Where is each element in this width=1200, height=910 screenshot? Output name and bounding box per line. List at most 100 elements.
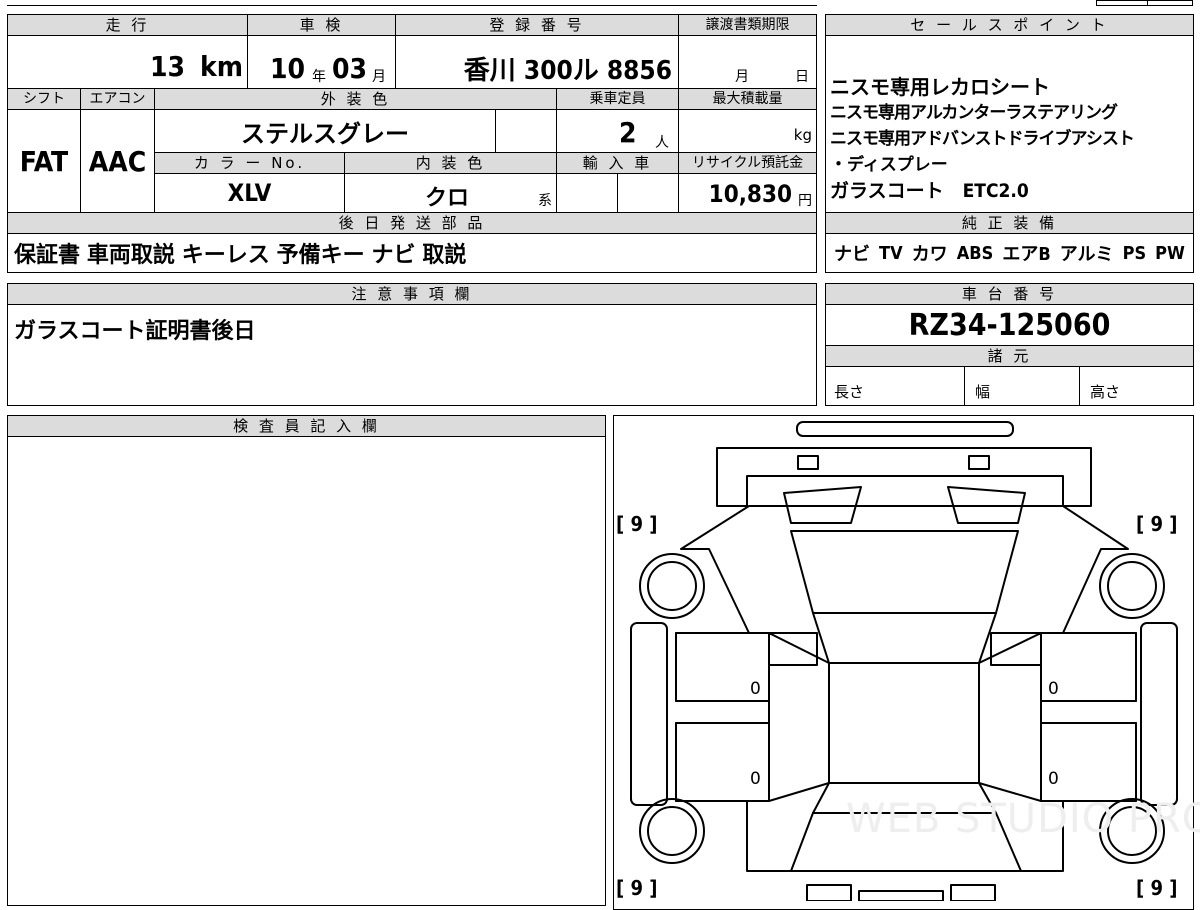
equip-airbag: エアB [1002,244,1051,265]
equip-pw: PW [1155,242,1185,264]
inspector-header: 検 査 員 記 入 欄 [7,415,606,437]
transfer-day-unit: 日 [795,69,809,85]
equip-leather: カワ [911,244,948,265]
colorno-value: XLV [227,179,272,207]
spec-height-label: 高さ [1090,383,1121,401]
inspection-cell: 10 年 03 月 [247,35,396,89]
rear-bumper-left [806,884,852,901]
recycle-value: 10,830 [708,180,792,208]
shift-cell: FAT [7,109,81,213]
wheel-front-right-inner [1107,561,1157,611]
interior-unit: 系 [538,193,552,209]
later-parts-value: 保証書 車両取説 キーレス 予備キー ナビ 取説 [14,243,467,268]
notes-cell: ガラスコート証明書後日 [7,304,817,406]
top-right-fragment-b [1147,0,1193,6]
wheel-front-left-outer [639,553,705,619]
chassis-header: 車 台 番 号 [825,283,1194,305]
chassis-cell: RZ34-125060 [825,304,1194,346]
inspector-area [7,436,606,906]
recycle-cell: 10,830 円 [678,173,817,213]
import-header: 輸 入 車 [556,152,679,174]
transfer-header: 譲渡書類期限 [678,14,817,36]
wheel-front-right-outer [1099,553,1165,619]
capacity-header: 乗車定員 [556,88,679,110]
plate-cell: 香川 300ル 8856 [395,35,679,89]
recycle-header: リサイクル預託金 [678,152,817,174]
rear-left-panel [675,722,770,802]
later-parts-header: 後 日 発 送 部 品 [7,212,817,234]
inspection-year-unit: 年 [312,69,326,85]
ac-cell: AAC [80,109,155,213]
mileage-header: 走 行 [7,14,248,36]
inspection-month-unit: 月 [372,69,386,85]
transfer-cell: 月 日 [678,35,817,89]
windshield-shape [790,530,1019,614]
spec-width-cell: 幅 [964,366,1080,406]
sales-point-header: セ ー ル ス ポ イ ン ト [825,14,1194,36]
plate-value: 香川 300ル 8856 [463,56,672,86]
door-mark-rear-left: 0 [750,769,761,789]
top-strip [7,0,817,6]
equip-alloy: アルミ [1059,244,1114,265]
wheel-rear-left-outer [639,798,705,864]
tire-front-right-mark: [ 9 ] [1136,512,1178,536]
watermark: WEB STUDIO PRO [846,796,1200,842]
rear-right-panel [1040,722,1137,802]
equip-ps: PS [1122,242,1147,264]
spec-length-cell: 長さ [825,366,965,406]
exterior-header: 外 装 色 [154,88,557,110]
transfer-month-unit: 月 [735,69,749,85]
rear-bumper-right [950,884,996,901]
import-cell-b [617,173,679,213]
door-mark-front-left: 0 [750,679,761,699]
mileage-unit: km [200,50,243,83]
car-diagram-panel: [ 9 ] [ 9 ] [ 9 ] [ 9 ] 0 0 0 0 WEB STUD… [613,415,1200,910]
capacity-cell: 2 人 [556,109,679,153]
equipment-cell: ナビ TV カワ ABS エアB アルミ PS PW [825,233,1194,273]
import-cell-a [556,173,618,213]
notes-header: 注 意 事 項 欄 [7,283,817,305]
equip-navi: ナビ [834,244,870,265]
shift-header: シフト [7,88,81,110]
wheel-rear-left-inner [647,806,697,856]
right-door-shape [978,632,1042,802]
sales-point-line-5: ガラスコート ETC2.0 [830,180,1029,202]
colorno-header: カ ラ ー No. [154,152,345,174]
equipment-header: 純 正 装 備 [825,212,1194,234]
wheel-front-left-inner [647,561,697,611]
exterior-value: ステルスグレー [241,119,409,148]
recycle-unit: 円 [798,193,812,209]
spec-width-label: 幅 [975,383,991,401]
left-side-panel [630,622,668,806]
inspection-header: 車 検 [247,14,396,36]
ac-header: エアコン [80,88,155,110]
spec-height-cell: 高さ [1079,366,1194,406]
front-lamp-left [797,455,819,470]
left-door-shape [768,632,830,802]
exterior-cell: ステルスグレー [154,109,496,153]
interior-value: クロ [425,186,470,211]
equip-tv: TV [879,242,903,264]
interior-cell: クロ 系 [344,173,557,213]
top-right-fragment-a [1096,0,1148,6]
maxload-cell: kg [678,109,817,153]
right-side-panel [1140,622,1178,806]
front-outline-shape [716,447,1092,507]
ac-value: AAC [88,144,147,178]
sales-point-line-2: ニスモ専用アルカンターラステアリング [830,103,1118,123]
sales-point-line-3: ニスモ専用アドバンストドライブアシスト [830,129,1135,149]
front-lamp-right [968,455,990,470]
door-mark-front-right: 0 [1048,679,1059,699]
inspection-month: 03 [332,52,368,85]
cabin-shape [828,662,980,784]
front-bumper-shape [796,421,1014,437]
sales-point-line-4: ・ディスプレー [830,155,948,175]
sales-point-cell: ニスモ専用レカロシート ニスモ専用アルカンターラステアリング ニスモ専用アドバン… [825,35,1194,213]
equip-abs: ABS [956,242,994,264]
shift-value: FAT [19,144,69,178]
mileage-cell: 13 km [7,35,248,89]
inspection-year: 10 [270,52,306,85]
maxload-header: 最大積載量 [678,88,817,110]
maxload-unit: kg [793,126,812,144]
capacity-unit: 人 [655,135,669,151]
